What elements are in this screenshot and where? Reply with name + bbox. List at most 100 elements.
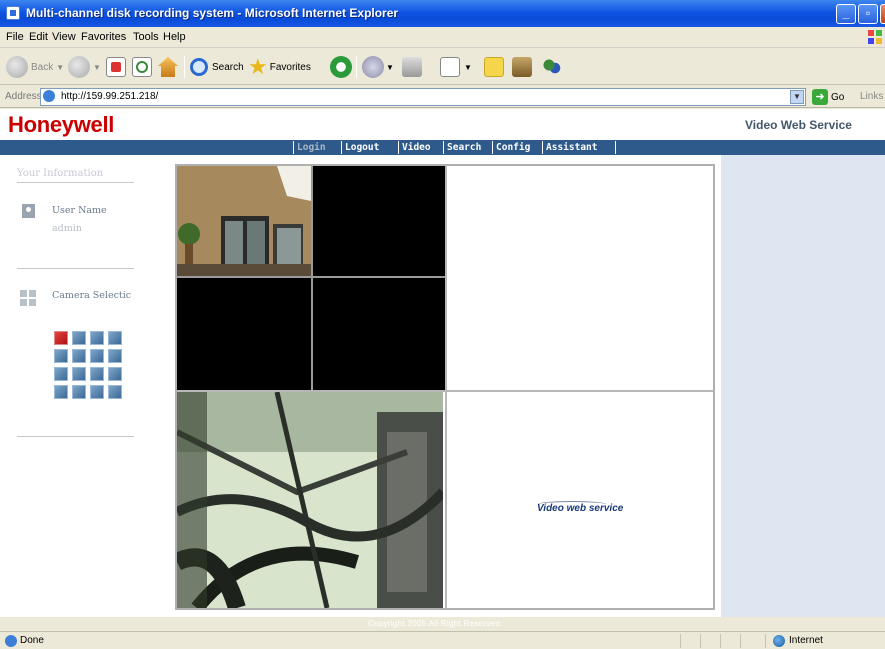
grid-divider bbox=[445, 166, 447, 608]
nav-search[interactable]: Search bbox=[443, 141, 484, 154]
camera-6-button[interactable] bbox=[72, 349, 86, 363]
close-button[interactable] bbox=[880, 4, 885, 24]
minimize-button[interactable]: _ bbox=[836, 4, 856, 24]
camera-3-view[interactable] bbox=[177, 278, 311, 390]
camera-16-button[interactable] bbox=[108, 385, 122, 399]
address-dropdown-icon[interactable]: ▼ bbox=[790, 90, 804, 104]
research-button[interactable] bbox=[512, 53, 532, 81]
camera-2-button[interactable] bbox=[72, 331, 86, 345]
left-panel: Your Information User Name admin Camera … bbox=[0, 155, 175, 631]
refresh-button[interactable] bbox=[132, 53, 152, 81]
right-panel bbox=[721, 155, 885, 631]
nav-video[interactable]: Video bbox=[398, 141, 434, 154]
mail-icon bbox=[362, 56, 384, 78]
divider bbox=[17, 182, 134, 183]
stop-icon bbox=[106, 57, 126, 77]
messenger-button[interactable] bbox=[542, 53, 562, 81]
camera-selector-grid bbox=[50, 331, 134, 405]
user-icon bbox=[22, 204, 35, 218]
camera-12-button[interactable] bbox=[108, 367, 122, 381]
brand-logo: Honeywell bbox=[8, 112, 115, 137]
camera-3-button[interactable] bbox=[90, 331, 104, 345]
camera-10-button[interactable] bbox=[72, 367, 86, 381]
camera-15-button[interactable] bbox=[90, 385, 104, 399]
camera-9-button[interactable] bbox=[54, 367, 68, 381]
camera-14-button[interactable] bbox=[72, 385, 86, 399]
notes-icon bbox=[484, 57, 504, 77]
go-label: Go bbox=[831, 91, 845, 103]
nav-config[interactable]: Config bbox=[492, 141, 533, 154]
go-arrow-icon: ➜ bbox=[812, 89, 828, 105]
ie-app-icon[interactable] bbox=[6, 6, 20, 20]
forward-dropdown-icon[interactable]: ▼ bbox=[93, 63, 101, 72]
camera-4-button[interactable] bbox=[108, 331, 122, 345]
camera-13-button[interactable] bbox=[54, 385, 68, 399]
camera-1-button[interactable] bbox=[54, 331, 68, 345]
camera-1-view[interactable] bbox=[177, 166, 311, 276]
search-label: Search bbox=[212, 61, 244, 73]
title-bar[interactable]: Multi-channel disk recording system - Mi… bbox=[0, 0, 885, 27]
edit-icon bbox=[440, 57, 460, 77]
favorites-button[interactable]: ★ Favorites bbox=[248, 53, 311, 81]
menu-view[interactable]: View bbox=[52, 31, 76, 43]
forward-button[interactable]: ▼ bbox=[68, 53, 101, 81]
camera-5-button[interactable] bbox=[54, 349, 68, 363]
camera-2-view[interactable] bbox=[313, 166, 445, 276]
menu-tools[interactable]: Tools bbox=[133, 31, 159, 43]
page-done-icon bbox=[5, 635, 17, 647]
home-button[interactable] bbox=[158, 53, 178, 81]
nav-logout[interactable]: Logout bbox=[341, 141, 382, 154]
research-icon bbox=[512, 57, 532, 77]
menu-help[interactable]: Help bbox=[163, 31, 186, 43]
forward-arrow-icon bbox=[68, 56, 90, 78]
menu-file[interactable]: File bbox=[6, 31, 24, 43]
search-icon bbox=[190, 58, 208, 76]
page-icon bbox=[43, 90, 55, 102]
nav-assistant[interactable]: Assistant bbox=[542, 141, 600, 154]
history-button[interactable] bbox=[330, 53, 352, 81]
stop-button[interactable] bbox=[106, 53, 126, 81]
user-name-label: User Name bbox=[52, 205, 107, 216]
camera-grid-icon bbox=[20, 290, 36, 306]
back-button[interactable]: Back ▼ bbox=[6, 53, 64, 81]
service-title: Video Web Service bbox=[745, 118, 852, 132]
menu-favorites[interactable]: Favorites bbox=[81, 31, 126, 43]
notes-button[interactable] bbox=[484, 53, 504, 81]
security-zone-label: Internet bbox=[789, 635, 823, 646]
mail-button[interactable]: ▼ bbox=[362, 53, 394, 81]
go-button[interactable]: ➜ Go bbox=[812, 89, 844, 105]
divider bbox=[17, 268, 134, 269]
favorites-star-icon: ★ bbox=[248, 54, 268, 79]
print-button[interactable] bbox=[402, 53, 422, 81]
messenger-icon bbox=[542, 57, 562, 77]
camera-4-view[interactable] bbox=[313, 278, 445, 390]
maximize-button[interactable]: ▫ bbox=[858, 4, 878, 24]
address-input[interactable]: http://159.99.251.218/ bbox=[40, 88, 806, 106]
links-button[interactable]: Links bbox=[860, 91, 883, 102]
nav-login[interactable]: Login bbox=[293, 141, 329, 154]
divider bbox=[17, 436, 134, 437]
video-display-area: Video web service bbox=[175, 164, 715, 610]
refresh-icon bbox=[132, 57, 152, 77]
home-icon bbox=[158, 57, 178, 77]
edit-button[interactable]: ▼ bbox=[440, 53, 472, 81]
camera-7-button[interactable] bbox=[90, 349, 104, 363]
camera-selection-label: Camera Selectic bbox=[52, 290, 132, 301]
back-arrow-icon bbox=[6, 56, 28, 78]
lobby-camera-image bbox=[177, 166, 311, 276]
search-button[interactable]: Search bbox=[190, 53, 244, 81]
camera-5-view[interactable] bbox=[177, 392, 443, 608]
address-bar: Address http://159.99.251.218/ ▼ ➜ Go Li… bbox=[0, 86, 885, 108]
camera-8-button[interactable] bbox=[108, 349, 122, 363]
mail-dropdown-icon[interactable]: ▼ bbox=[386, 63, 394, 72]
camera-11-button[interactable] bbox=[90, 367, 104, 381]
edit-dropdown-icon[interactable]: ▼ bbox=[464, 63, 472, 72]
back-dropdown-icon[interactable]: ▼ bbox=[56, 63, 64, 72]
internet-zone-icon bbox=[773, 635, 785, 647]
server-room-camera-image bbox=[177, 392, 443, 608]
status-text: Done bbox=[20, 635, 44, 646]
menu-edit[interactable]: Edit bbox=[29, 31, 48, 43]
user-name-value: admin bbox=[52, 223, 82, 234]
address-label: Address bbox=[5, 91, 42, 102]
windows-flag-icon bbox=[868, 30, 882, 44]
